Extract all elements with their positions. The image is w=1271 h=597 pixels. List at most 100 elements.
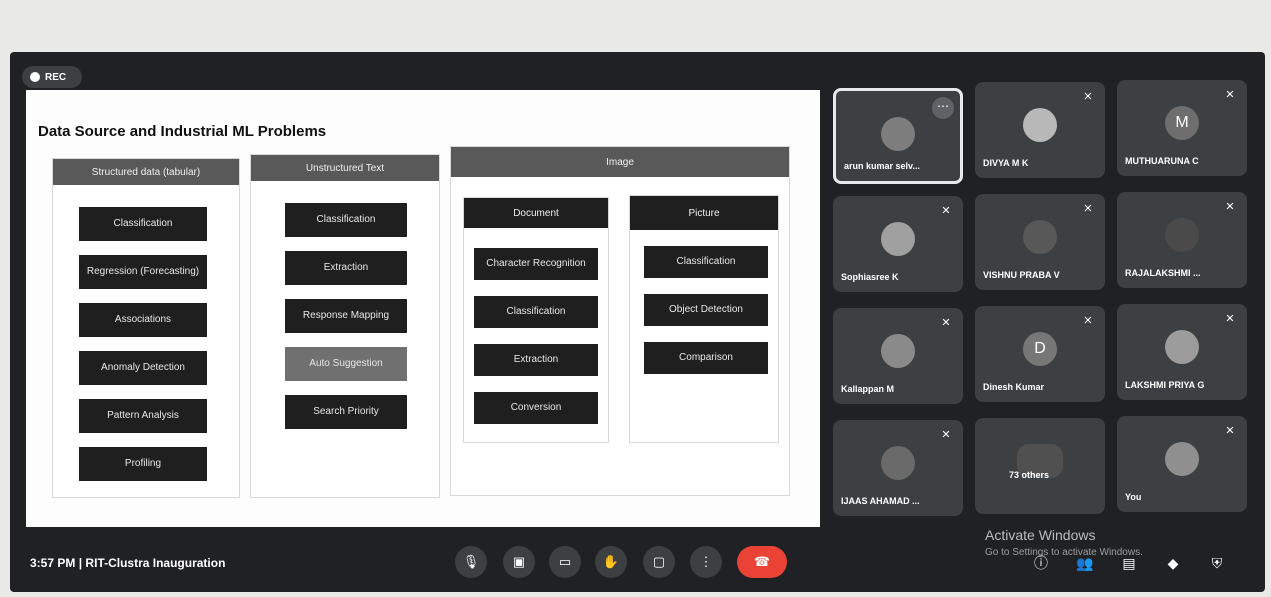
structured-item: Associations xyxy=(79,303,207,337)
avatar xyxy=(881,446,915,480)
document-item: Conversion xyxy=(474,392,598,424)
participant-tile[interactable]: ✕ Kallappan M xyxy=(833,308,963,404)
structured-item: Pattern Analysis xyxy=(79,399,207,433)
mic-off-icon: 🎙 xyxy=(462,554,480,569)
structured-header: Structured data (tabular) xyxy=(53,159,239,185)
participant-name: DIVYA M K xyxy=(983,158,1029,168)
participant-tile[interactable]: ✕ D Dinesh Kumar xyxy=(975,306,1105,402)
document-item: Character Recognition xyxy=(474,248,598,280)
avatar xyxy=(881,334,915,368)
structured-item: Anomaly Detection xyxy=(79,351,207,385)
mic-off-icon: ✕ xyxy=(1225,425,1235,437)
participant-tile[interactable]: ✕ LAKSHMI PRIYA G xyxy=(1117,304,1247,400)
participant-tile[interactable]: ✕ M MUTHUARUNA C xyxy=(1117,80,1247,176)
avatar xyxy=(1165,330,1199,364)
participant-name: IJAAS AHAMAD ... xyxy=(841,496,920,506)
avatar xyxy=(881,117,915,151)
structured-item: Classification xyxy=(79,207,207,241)
self-tile[interactable]: ✕ You xyxy=(1117,416,1247,512)
host-controls-button[interactable]: ⛨ xyxy=(1206,552,1228,574)
camera-off-icon: ▣ xyxy=(512,554,526,569)
participant-tile[interactable]: ✕ VISHNU PRABA V xyxy=(975,194,1105,290)
mic-off-icon: ✕ xyxy=(941,429,951,441)
captions-button[interactable]: ▭ xyxy=(549,546,581,578)
structured-item: Regression (Forecasting) xyxy=(79,255,207,289)
image-column: Image Document Character Recognition Cla… xyxy=(450,146,790,496)
mic-toggle-button[interactable]: 🎙 xyxy=(455,546,487,578)
participant-name: Kallappan M xyxy=(841,384,895,394)
picture-item: Comparison xyxy=(644,342,768,374)
others-tile[interactable]: 73 others xyxy=(975,418,1105,514)
avatar: M xyxy=(1165,106,1199,140)
record-dot-icon xyxy=(30,72,40,82)
mic-off-icon: ✕ xyxy=(1083,315,1093,327)
picture-item: Classification xyxy=(644,246,768,278)
more-options-icon[interactable]: ⋯ xyxy=(932,97,954,119)
picture-subcolumn: Picture Classification Object Detection … xyxy=(629,195,779,443)
participant-name: arun kumar selv... xyxy=(844,161,920,171)
clock: 3:57 PM xyxy=(30,556,76,570)
participant-tile[interactable]: ✕ Sophiasree K xyxy=(833,196,963,292)
participant-name: Dinesh Kumar xyxy=(983,382,1045,392)
avatar xyxy=(1023,220,1057,254)
present-button[interactable]: ▢ xyxy=(643,546,675,578)
picture-item: Object Detection xyxy=(644,294,768,326)
mic-off-icon: ✕ xyxy=(941,317,951,329)
mic-off-icon: ✕ xyxy=(1083,91,1093,103)
chat-button[interactable]: ▤ xyxy=(1118,552,1140,574)
activities-button[interactable]: ◆ xyxy=(1162,552,1184,574)
mic-off-icon: ✕ xyxy=(1225,89,1235,101)
mic-off-icon: ✕ xyxy=(1225,313,1235,325)
structured-column: Structured data (tabular) Classification… xyxy=(52,158,240,498)
participant-tile[interactable]: ✕ IJAAS AHAMAD ... xyxy=(833,420,963,516)
document-item: Extraction xyxy=(474,344,598,376)
phone-hangup-icon: ☎ xyxy=(753,554,771,569)
document-subcolumn: Document Character Recognition Classific… xyxy=(463,197,609,443)
info-icon: ⓘ xyxy=(1034,555,1048,571)
hand-icon: ✋ xyxy=(602,554,620,569)
participant-tile[interactable]: ✕ DIVYA M K xyxy=(975,82,1105,178)
participant-name: RAJALAKSHMI ... xyxy=(1125,268,1201,278)
more-vert-icon: ⋮ xyxy=(699,554,713,569)
meeting-info: 3:57 PM | RIT-Clustra Inauguration xyxy=(30,556,225,570)
camera-toggle-button[interactable]: ▣ xyxy=(503,546,535,578)
image-header: Image xyxy=(451,147,789,177)
meeting-details-button[interactable]: ⓘ xyxy=(1030,552,1052,574)
mic-off-icon: ✕ xyxy=(1225,201,1235,213)
captions-icon: ▭ xyxy=(558,554,572,569)
unstructured-item: Response Mapping xyxy=(285,299,407,333)
more-options-button[interactable]: ⋮ xyxy=(690,546,722,578)
participant-tile[interactable]: ✕ RAJALAKSHMI ... xyxy=(1117,192,1247,288)
unstructured-item: Extraction xyxy=(285,251,407,285)
recording-badge: REC xyxy=(22,66,82,88)
shared-slide: Data Source and Industrial ML Problems S… xyxy=(26,90,820,527)
rec-label: REC xyxy=(45,71,67,83)
avatar xyxy=(1165,442,1199,476)
participant-name: Sophiasree K xyxy=(841,272,899,282)
participant-name: VISHNU PRABA V xyxy=(983,270,1060,280)
participant-name: You xyxy=(1125,492,1142,502)
participant-tile[interactable]: ⋯ arun kumar selv... xyxy=(833,88,963,184)
raise-hand-button[interactable]: ✋ xyxy=(595,546,627,578)
activities-icon: ◆ xyxy=(1167,554,1179,571)
leave-call-button[interactable]: ☎ xyxy=(737,546,787,578)
present-icon: ▢ xyxy=(652,554,666,569)
unstructured-column: Unstructured Text Classification Extract… xyxy=(250,154,440,498)
people-button[interactable]: 👥 xyxy=(1074,552,1096,574)
mic-off-icon: ✕ xyxy=(941,205,951,217)
document-header: Document xyxy=(464,198,608,228)
slide-title: Data Source and Industrial ML Problems xyxy=(38,123,327,140)
avatar xyxy=(881,222,915,256)
structured-item: Profiling xyxy=(79,447,207,481)
separator: | xyxy=(78,556,83,570)
avatar xyxy=(1023,108,1057,142)
unstructured-item: Classification xyxy=(285,203,407,237)
others-count: 73 others xyxy=(1009,470,1050,480)
picture-header: Picture xyxy=(630,196,778,230)
mic-off-icon: ✕ xyxy=(1083,203,1093,215)
participant-name: MUTHUARUNA C xyxy=(1125,156,1199,166)
avatar: D xyxy=(1023,332,1057,366)
activate-windows-title: Activate Windows xyxy=(985,527,1096,543)
shield-icon: ⛨ xyxy=(1211,554,1223,571)
people-icon: 👥 xyxy=(1076,554,1094,571)
